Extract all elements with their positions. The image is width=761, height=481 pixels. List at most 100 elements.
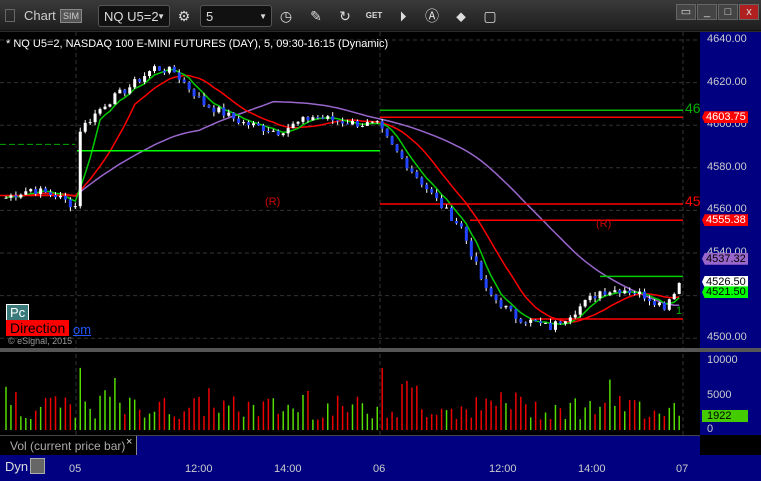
pane-divider[interactable] [0, 348, 761, 352]
direction-label: Direction [6, 320, 70, 336]
candle-body [207, 105, 211, 108]
play-icon[interactable]: ⏵ [394, 7, 412, 25]
candle-body [464, 226, 468, 241]
candle-body [316, 117, 320, 119]
minimize-button[interactable]: _ [697, 4, 717, 20]
candle-body [613, 290, 617, 293]
candle-body [68, 199, 72, 208]
candle-body [4, 197, 8, 199]
candle-body [524, 322, 528, 324]
candle-body [123, 89, 127, 94]
chart-area[interactable]: * NQ U5=2, NASDAQ 100 E-MINI FUTURES (DA… [0, 32, 761, 481]
volume-tick-label: 0 [707, 423, 714, 435]
candle-body [128, 87, 132, 94]
candle-body [34, 189, 38, 194]
candle-body [583, 300, 587, 307]
candle-body [623, 290, 627, 294]
dyn-label: Dyn [5, 459, 29, 474]
volume-tag: 1922 [702, 409, 748, 422]
pencil-icon[interactable]: ✎ [307, 7, 325, 25]
candle-body [638, 291, 642, 295]
close-study-icon[interactable]: × [126, 436, 132, 448]
interval-select[interactable]: 5 ▼ [200, 5, 272, 27]
candle-body [351, 120, 354, 125]
symbol-select[interactable]: NQ U5=2 ▼ [98, 5, 170, 27]
candle-body [167, 66, 171, 73]
candle-body [578, 306, 582, 315]
candle-body [187, 82, 191, 90]
price-tag: 4603.75 [702, 111, 748, 124]
gear-icon[interactable]: ⚙ [175, 7, 193, 25]
candle-body [336, 120, 340, 122]
drag-handle-icon[interactable] [5, 9, 15, 22]
candle-body [133, 79, 137, 88]
price-tick-label: 4640.00 [707, 33, 747, 45]
candle-body [276, 130, 280, 136]
get-icon[interactable]: GET [365, 7, 383, 25]
candle-body [375, 121, 379, 123]
candle-body [568, 317, 572, 322]
chart-header: * NQ U5=2, NASDAQ 100 E-MINI FUTURES (DA… [6, 38, 389, 50]
note-icon[interactable]: ▢ [481, 7, 499, 25]
candle-body [459, 223, 463, 227]
restore-button[interactable]: ▭ [676, 4, 696, 20]
candle-body [618, 290, 622, 294]
candle-body [346, 123, 350, 125]
candle-body [657, 302, 661, 306]
time-tick-label: 12:00 [185, 463, 213, 475]
candle-body [420, 177, 424, 185]
count-marker: 1 [676, 305, 683, 317]
candle-body [78, 131, 82, 207]
price-tick-label: 4580.00 [707, 160, 747, 173]
candle-body [652, 301, 656, 306]
candle-body [286, 128, 290, 134]
candle-body [450, 207, 453, 221]
candle-body [9, 195, 13, 198]
link-icon[interactable]: ⬥ [452, 7, 470, 25]
volume-tick-label: 10000 [707, 354, 738, 366]
time-tick-label: 05 [69, 463, 82, 475]
candle-body [355, 120, 359, 127]
candle-body [217, 107, 221, 113]
candle-body [182, 79, 186, 83]
close-button[interactable]: x [739, 4, 759, 20]
candle-body [593, 296, 597, 299]
candle-body [380, 121, 384, 129]
clock-icon[interactable]: ◷ [277, 7, 295, 25]
candle-body [553, 321, 557, 330]
time-axis[interactable]: Dyn 05 12:00 14:00 06 12:00 14:00 07 [0, 455, 761, 481]
candle-body [474, 256, 478, 262]
alert-icon[interactable]: Ⓐ [423, 7, 441, 25]
candle-body [667, 299, 671, 310]
level-46-label: 46 [685, 100, 701, 116]
price-tag: 4521.50 [702, 286, 748, 299]
candle-body [138, 79, 142, 82]
candle-body [291, 123, 295, 129]
candle-body [425, 184, 429, 190]
refresh-icon[interactable]: ↻ [336, 7, 354, 25]
candle-body [519, 318, 523, 323]
candle-body [321, 117, 325, 119]
candle-body [365, 122, 369, 126]
candle-body [499, 300, 503, 308]
candle-body [162, 70, 166, 73]
candle-body [212, 107, 216, 113]
window-title: Chart [24, 8, 56, 23]
candle-body [108, 104, 112, 107]
candle-body [58, 195, 62, 198]
candle-body [648, 298, 651, 302]
candle-body [301, 117, 305, 122]
candle-body [177, 72, 181, 80]
om-link[interactable]: om [73, 322, 91, 337]
candle-body [633, 293, 637, 295]
time-tick-label: 12:00 [489, 463, 517, 475]
candle-body [598, 291, 602, 299]
lock-icon[interactable] [30, 458, 45, 474]
candle-body [148, 71, 152, 77]
candle-body [603, 291, 607, 295]
candle-body [63, 195, 67, 200]
pc-button[interactable]: Pc [6, 304, 30, 321]
candle-body [405, 157, 409, 169]
maximize-button[interactable]: □ [718, 4, 738, 20]
candle-body [29, 189, 33, 192]
